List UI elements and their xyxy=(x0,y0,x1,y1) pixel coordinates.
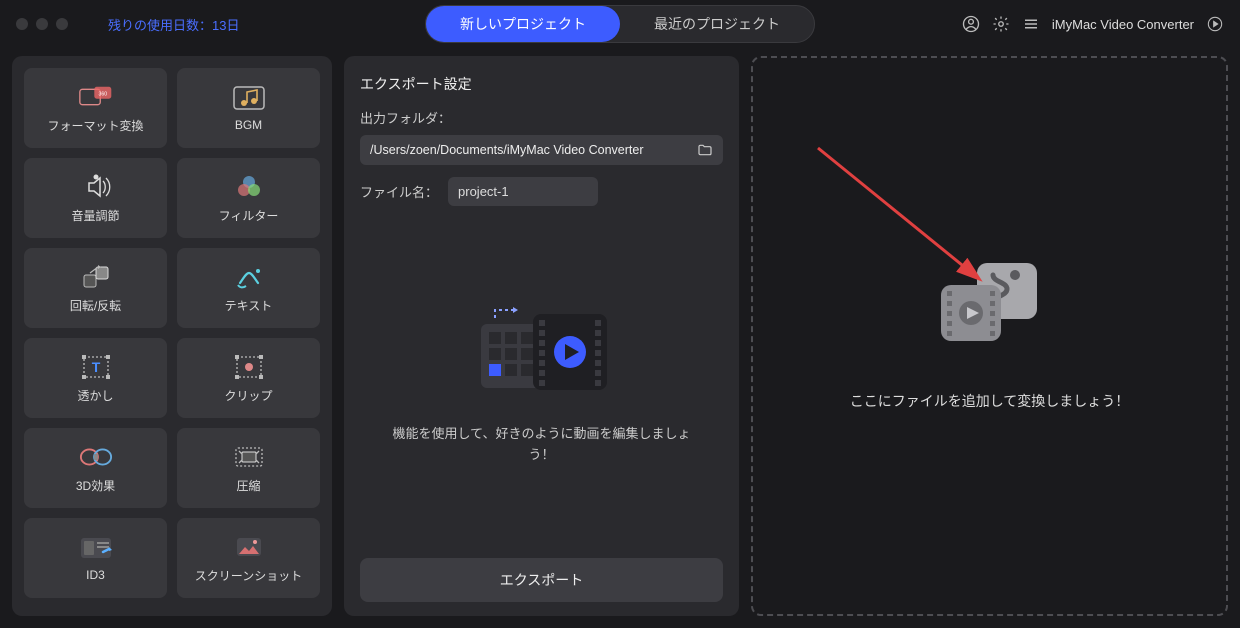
tool-label: 圧縮 xyxy=(236,477,260,494)
tool-label: スクリーンショット xyxy=(195,567,302,584)
watermark-icon: T xyxy=(79,353,113,381)
filter-icon xyxy=(232,173,266,201)
compress-icon xyxy=(232,443,266,471)
tool-label: 3D効果 xyxy=(76,477,115,494)
output-folder-label: 出力フォルダ： xyxy=(360,108,451,127)
settings-icon[interactable] xyxy=(992,15,1010,33)
tool-label: フォーマット変換 xyxy=(47,117,143,134)
folder-browse-icon[interactable] xyxy=(697,142,713,158)
tab-recent-projects[interactable]: 最近のプロジェクト xyxy=(620,6,814,42)
tool-label: 音量調節 xyxy=(71,207,119,224)
window-controls xyxy=(16,18,68,30)
tool-label: 回転/反転 xyxy=(70,297,121,314)
svg-text:360: 360 xyxy=(98,91,107,97)
main-layout: 360 フォーマット変換 BGM 音量調節 フィルター回転/反転 テキスト T 透かし クリップ… xyxy=(0,48,1240,628)
svg-text:T: T xyxy=(91,359,100,375)
maximize-window-button[interactable] xyxy=(56,18,68,30)
tool-id3[interactable]: ID3 xyxy=(24,518,167,598)
media-drop-icon xyxy=(935,261,1045,351)
export-title: エクスポート設定 xyxy=(360,74,723,94)
titlebar: 残りの使用日数：13日 新しいプロジェクト 最近のプロジェクト iMyMac V… xyxy=(0,0,1240,48)
rotate-flip-icon xyxy=(79,263,113,291)
app-name-label: iMyMac Video Converter xyxy=(1052,17,1194,32)
tool-label: BGM xyxy=(235,118,262,132)
titlebar-right: iMyMac Video Converter xyxy=(962,15,1224,33)
export-body: 機能を使用して、好きのように動画を編集しましょう！ xyxy=(360,218,723,548)
play-icon[interactable] xyxy=(1206,15,1224,33)
trial-days-label: 残りの使用日数：13日 xyxy=(108,15,239,34)
tool-bgm[interactable]: BGM xyxy=(177,68,320,148)
tool-screenshot[interactable]: スクリーンショット xyxy=(177,518,320,598)
tool-label: クリップ xyxy=(224,387,272,404)
id3-icon xyxy=(79,534,113,562)
screenshot-icon xyxy=(232,533,266,561)
tool-sidebar: 360 フォーマット変換 BGM 音量調節 フィルター回転/反転 テキスト T 透かし クリップ… xyxy=(12,56,332,616)
editor-illustration-icon xyxy=(467,300,617,400)
export-panel: エクスポート設定 出力フォルダ： /Users/zoen/Documents/i… xyxy=(344,56,739,616)
bgm-icon xyxy=(232,84,266,112)
tab-new-project[interactable]: 新しいプロジェクト xyxy=(426,6,620,42)
tool-label: フィルター xyxy=(219,207,279,224)
tool-label: テキスト xyxy=(225,297,273,314)
volume-adjust-icon xyxy=(79,173,113,201)
tool-text[interactable]: テキスト xyxy=(177,248,320,328)
filename-input[interactable] xyxy=(448,177,598,206)
clip-icon xyxy=(232,353,266,381)
output-folder-row: 出力フォルダ： /Users/zoen/Documents/iMyMac Vid… xyxy=(360,108,723,165)
text-icon xyxy=(232,263,266,291)
tool-3d-effect[interactable]: 3D効果 xyxy=(24,428,167,508)
minimize-window-button[interactable] xyxy=(36,18,48,30)
project-tab-group: 新しいプロジェクト 最近のプロジェクト xyxy=(425,5,815,43)
export-button[interactable]: エクスポート xyxy=(360,558,723,602)
filename-label: ファイル名： xyxy=(360,182,438,201)
file-dropzone[interactable]: ここにファイルを追加して変換しましょう！ xyxy=(751,56,1228,616)
account-icon[interactable] xyxy=(962,15,980,33)
3d-effect-icon xyxy=(79,443,113,471)
tool-clip[interactable]: クリップ xyxy=(177,338,320,418)
tool-volume-adjust[interactable]: 音量調節 xyxy=(24,158,167,238)
tool-format-convert[interactable]: 360 フォーマット変換 xyxy=(24,68,167,148)
tool-label: ID3 xyxy=(86,568,105,582)
export-hint: 機能を使用して、好きのように動画を編集しましょう！ xyxy=(392,424,692,466)
tool-compress[interactable]: 圧縮 xyxy=(177,428,320,508)
format-convert-icon: 360 xyxy=(79,83,113,111)
tool-watermark[interactable]: T 透かし xyxy=(24,338,167,418)
output-folder-field[interactable]: /Users/zoen/Documents/iMyMac Video Conve… xyxy=(360,135,723,165)
filename-row: ファイル名： xyxy=(360,177,723,206)
menu-icon[interactable] xyxy=(1022,15,1040,33)
dropzone-hint: ここにファイルを追加して変換しましょう！ xyxy=(850,391,1130,411)
close-window-button[interactable] xyxy=(16,18,28,30)
tool-filter[interactable]: フィルター xyxy=(177,158,320,238)
output-folder-path: /Users/zoen/Documents/iMyMac Video Conve… xyxy=(370,143,689,157)
tool-label: 透かし xyxy=(77,387,113,404)
tool-rotate-flip[interactable]: 回転/反転 xyxy=(24,248,167,328)
